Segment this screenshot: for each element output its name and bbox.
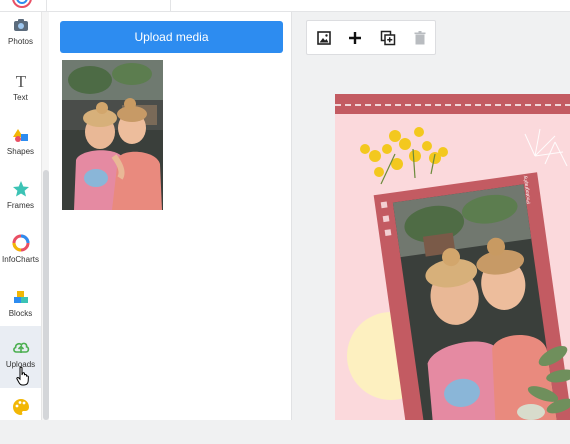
sidebar-item-infocharts[interactable]: InfoCharts (0, 228, 41, 280)
sidebar-item-label: InfoCharts (2, 255, 39, 264)
sidebar-item-label: Shapes (6, 147, 35, 156)
top-bar (0, 0, 570, 12)
blocks-icon (14, 291, 28, 303)
editor-workspace: Photography (293, 12, 570, 420)
sidebar-item-uploads[interactable]: Uploads (0, 326, 41, 388)
sidebar-item-shapes[interactable]: Shapes (0, 120, 41, 172)
frames-icon (13, 181, 29, 197)
hand-cursor-icon (16, 366, 29, 386)
design-artwork: Photography (335, 94, 570, 420)
sidebar-item-text[interactable]: T Text (0, 66, 41, 118)
upload-media-button[interactable]: Upload media (60, 21, 283, 53)
text-icon: T (16, 72, 27, 90)
top-bar-divider (170, 0, 171, 12)
uploaded-photo-thumbnail[interactable] (62, 60, 163, 210)
camera-icon (14, 19, 28, 31)
sidebar-item-photos[interactable]: Photos (0, 12, 41, 64)
shapes-icon (13, 129, 28, 142)
element-toolbar (306, 20, 436, 55)
cloud-upload-icon (13, 342, 30, 353)
logo-icon[interactable] (11, 0, 33, 10)
trash-icon[interactable] (411, 29, 429, 47)
sidebar: Photos T Text Shapes Frames InfoCharts B… (0, 12, 41, 420)
svg-text:T: T (16, 72, 27, 90)
sidebar-item-frames[interactable]: Frames (0, 174, 41, 226)
design-canvas[interactable]: Photography (335, 94, 570, 420)
infocharts-icon (12, 234, 30, 252)
sidebar-item-background[interactable] (0, 392, 41, 444)
sidebar-item-label: Photos (8, 37, 33, 46)
uploaded-photo (62, 60, 163, 210)
sidebar-scrollbar[interactable] (41, 12, 49, 420)
uploads-panel: Upload media (49, 12, 292, 420)
sidebar-item-label: Blocks (8, 309, 33, 318)
top-bar-divider (46, 0, 47, 12)
add-image-icon[interactable] (315, 29, 333, 47)
plus-icon[interactable] (346, 29, 364, 47)
palette-icon (13, 399, 29, 415)
sidebar-item-label: Frames (6, 201, 35, 210)
sidebar-item-label: Text (13, 93, 28, 102)
duplicate-icon[interactable] (379, 29, 397, 47)
